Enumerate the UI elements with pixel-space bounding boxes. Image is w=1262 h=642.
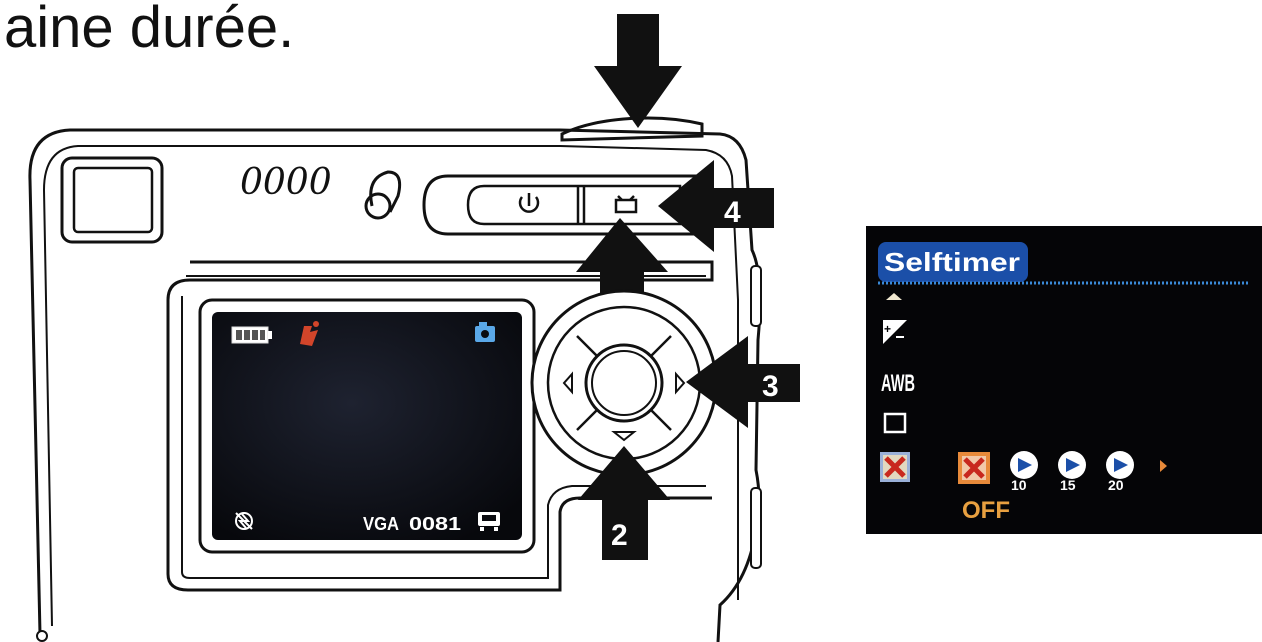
svg-text:10: 10 [1011, 477, 1027, 493]
shutter-arrow [594, 14, 682, 128]
svg-text:2: 2 [611, 519, 628, 552]
selected-value: OFF [962, 497, 1010, 524]
indicator-marks: 0000 [240, 162, 332, 203]
selftimer-off-icon[interactable] [880, 452, 910, 482]
svg-text:15: 15 [1060, 477, 1076, 493]
ok-button[interactable] [584, 343, 664, 423]
exposure-compensation-icon[interactable]: + [883, 320, 907, 344]
battery-icon [231, 326, 272, 344]
lcd-screen [212, 312, 522, 540]
camera-illustration: 0000 4 1 [28, 14, 1262, 642]
svg-text:4: 4 [724, 196, 741, 229]
white-balance-icon[interactable]: AWB [881, 370, 915, 397]
svg-text:3: 3 [762, 370, 779, 403]
power-button[interactable] [486, 188, 574, 222]
strap-loop-icon [364, 170, 402, 220]
lcd-resolution: VGA [363, 514, 399, 534]
svg-text:+: + [884, 322, 891, 336]
callout-arrow-4: 4 [658, 160, 774, 252]
svg-text:20: 20 [1108, 477, 1124, 493]
lcd-shots-remaining: 0081 [409, 514, 461, 534]
shutter-button[interactable] [560, 116, 704, 142]
menu-title: Selftimer [884, 247, 1020, 277]
selftimer-option-off[interactable] [958, 452, 990, 484]
